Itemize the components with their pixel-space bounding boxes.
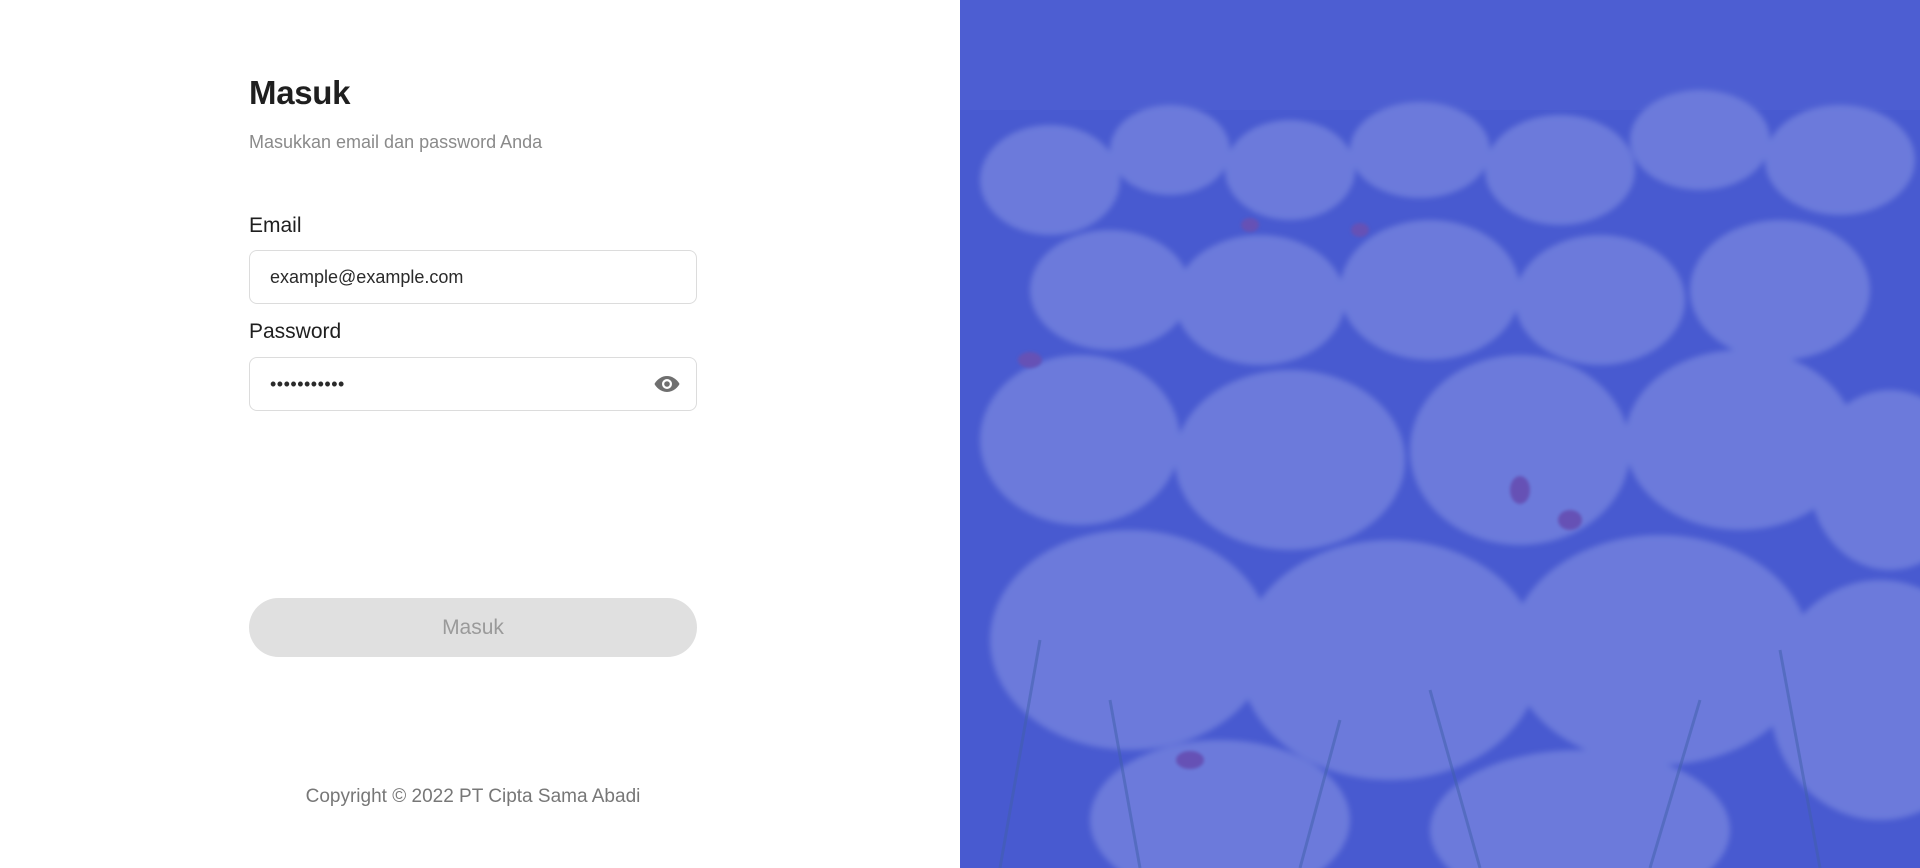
login-panel: Masuk Masukkan email dan password Anda E… [0,0,960,868]
copyright-text: Copyright © 2022 PT Cipta Sama Abadi [305,786,641,807]
eye-icon[interactable] [652,369,682,399]
page-subtitle: Masukkan email dan password Anda [249,132,543,152]
password-field[interactable]: ••••••••••• [250,374,652,395]
login-button[interactable]: Masuk [249,598,697,657]
password-label: Password [249,320,342,343]
page-title: Masuk [249,74,351,111]
email-label: Email [249,214,302,237]
email-field[interactable] [250,251,650,303]
password-field-box: ••••••••••• [249,357,697,411]
hero-image [960,0,1920,868]
login-page: Masuk Masukkan email dan password Anda E… [0,0,1920,868]
email-field-box [249,250,697,304]
color-overlay [960,0,1920,868]
